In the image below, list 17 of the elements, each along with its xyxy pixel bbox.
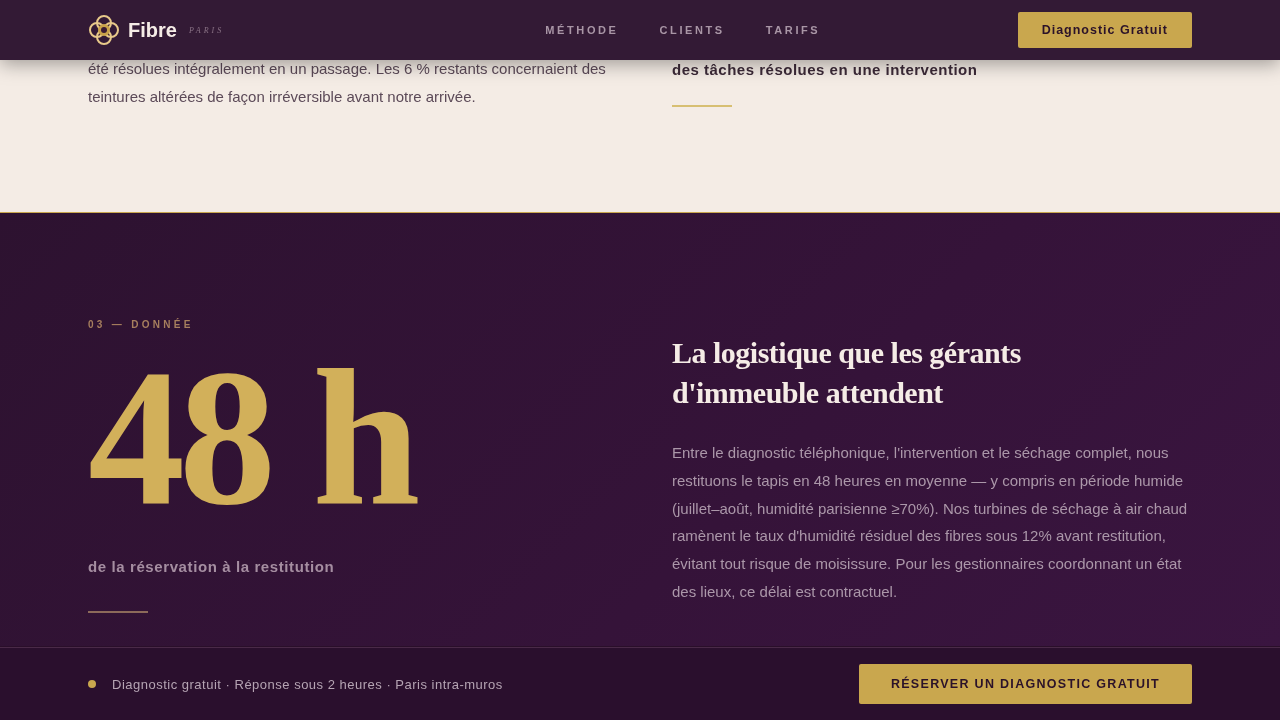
nav-link[interactable]: MÉTHODE xyxy=(545,24,619,36)
brand-tagline: PARIS xyxy=(188,25,225,35)
paragraph: été résolues intégralement en un passage. Les 6 % restants concernaient des teintures altérées de façon irréversible avant notre arrivée. xyxy=(88,59,607,107)
stat-caption: des tâches résolues en une intervention xyxy=(672,61,978,78)
paragraph: Entre le diagnostic téléphonique, l'intervention et le séchage complet, nous restituons le tapis en 48 heures en moyenne — y compris en période humide (juillet–août, humidité parisienne ≥70%). Nos turbines de séchage à air chaud ramènent le taux d'humidité résiduel des fibres sous 12% avant restitution, évitant tout risque de moisissure. Pour les gestionnaires coordonnant un état des lieux, ce délai est contractuel. xyxy=(672,443,1189,602)
stat-figure: 48 h xyxy=(88,348,416,528)
section-eyebrow: 03 — DONNÉE xyxy=(88,319,195,330)
availability-note: Diagnostic gratuit · Réponse sous 2 heures · Paris intra-muros xyxy=(112,676,503,692)
section-heading: La logistique que les gérants d'immeuble attendent xyxy=(672,335,1022,411)
diagnostic-button[interactable]: Diagnostic Gratuit xyxy=(1017,12,1192,48)
logo-icon xyxy=(88,14,120,46)
nav-link[interactable]: CLIENTS xyxy=(659,24,725,36)
status-dot-icon xyxy=(88,680,96,688)
nav-link[interactable]: TARIFS xyxy=(765,24,821,36)
brand-name: Fibre xyxy=(128,18,177,42)
reserve-button[interactable]: RÉSERVER UN DIAGNOSTIC GRATUIT xyxy=(858,664,1192,704)
stat-caption: de la réservation à la restitution xyxy=(88,558,336,575)
